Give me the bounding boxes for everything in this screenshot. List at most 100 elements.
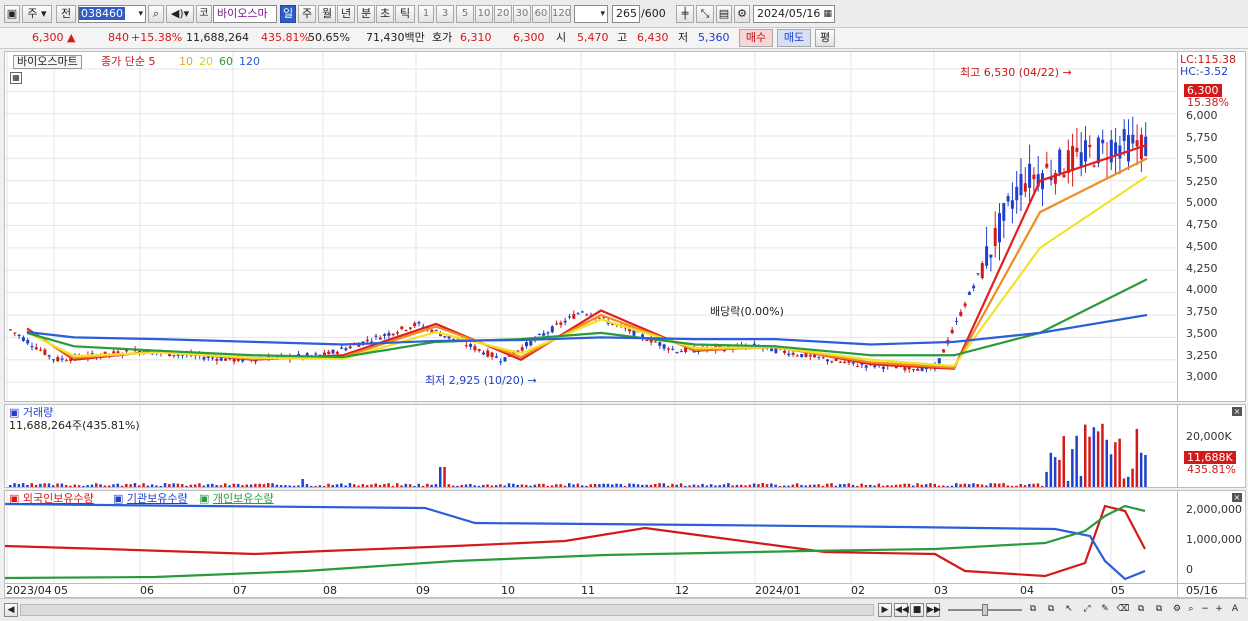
zoom-out-icon[interactable]: − bbox=[1198, 603, 1212, 617]
layout-icon[interactable]: ⧉ bbox=[1026, 603, 1040, 617]
layout-icon[interactable]: ⧉ bbox=[1152, 603, 1166, 617]
interval-20[interactable]: 20 bbox=[494, 5, 512, 23]
volume-bar bbox=[107, 485, 111, 487]
volume-bar bbox=[877, 483, 881, 487]
candle-body bbox=[13, 332, 17, 334]
candle-body bbox=[817, 356, 821, 358]
candle-body bbox=[851, 362, 855, 364]
horizontal-scrollbar[interactable] bbox=[20, 604, 874, 616]
grid-icon[interactable]: ▦ bbox=[10, 72, 22, 84]
period-day[interactable]: 일 bbox=[280, 5, 296, 23]
chevron-down-icon[interactable]: ▾ bbox=[138, 6, 145, 22]
interval-60[interactable]: 60 bbox=[532, 5, 550, 23]
candle-body bbox=[1066, 150, 1070, 174]
scroll-left-icon[interactable]: ◀ bbox=[4, 603, 18, 617]
candle-body bbox=[671, 348, 675, 350]
price-chart[interactable] bbox=[5, 52, 1177, 401]
magnify-icon[interactable]: ⌕ bbox=[1184, 603, 1198, 617]
volume-bar bbox=[43, 483, 46, 487]
volume-bar bbox=[606, 483, 610, 487]
gear-icon[interactable]: ⚙ bbox=[734, 5, 750, 23]
volume-bar bbox=[576, 483, 580, 487]
calendar-icon[interactable]: ▦ bbox=[823, 6, 832, 22]
candle-body bbox=[494, 356, 498, 358]
interval-1[interactable]: 1 bbox=[418, 5, 434, 23]
volume-bar bbox=[705, 485, 709, 487]
volume-bar bbox=[9, 485, 12, 487]
fast-forward-icon[interactable]: ▶▶ bbox=[926, 603, 941, 617]
stock-code-input[interactable]: 038460 ▾ bbox=[78, 5, 146, 23]
bottom-bar: ◀ ▶ ◀◀ ■ ▶▶ ⧉ ⧉ ↖ ⤢ ✎ ⌫ ⧉ ⧉ ⚙ ⌕ − + A bbox=[0, 598, 1248, 621]
open-value: 5,470 bbox=[577, 31, 609, 44]
holding-panel[interactable]: ▣ 외국인보유수량 ▣ 기관보유수량 ▣ 개인보유수량 bbox=[4, 490, 1178, 584]
period-minute[interactable]: 분 bbox=[357, 5, 375, 23]
interval-120[interactable]: 120 bbox=[551, 5, 571, 23]
period-week[interactable]: 주 bbox=[298, 5, 316, 23]
layout-icon[interactable]: ⧉ bbox=[1134, 603, 1148, 617]
candle-body bbox=[47, 355, 51, 357]
zoom-slider-handle[interactable] bbox=[982, 604, 988, 616]
close-icon[interactable]: × bbox=[1232, 493, 1242, 502]
candle-body bbox=[331, 349, 335, 354]
sell-button[interactable]: 매도 bbox=[777, 29, 811, 47]
save-icon[interactable]: ▤ bbox=[716, 5, 732, 23]
prefix-button[interactable]: 전 bbox=[56, 5, 76, 23]
eval-button[interactable]: 평 bbox=[815, 29, 835, 47]
zoom-in-icon[interactable]: + bbox=[1212, 603, 1226, 617]
volume-chart[interactable] bbox=[5, 405, 1177, 487]
interval-30[interactable]: 30 bbox=[513, 5, 531, 23]
text-icon[interactable]: A bbox=[1228, 603, 1242, 617]
volume-bar bbox=[47, 483, 51, 487]
volume-bar bbox=[206, 484, 210, 487]
volume-bar bbox=[641, 484, 644, 487]
candle-body bbox=[1118, 145, 1122, 159]
period-month[interactable]: 월 bbox=[318, 5, 336, 23]
period-tick[interactable]: 틱 bbox=[395, 5, 415, 23]
period-second[interactable]: 초 bbox=[376, 5, 394, 23]
stock-name-field[interactable]: 바이오스마 bbox=[213, 5, 277, 23]
search-icon[interactable]: ⌕ bbox=[148, 5, 164, 23]
price-tick: 5,000 bbox=[1186, 196, 1218, 209]
layout-icon[interactable]: ⧉ bbox=[1044, 603, 1058, 617]
volume-bar bbox=[632, 483, 635, 487]
volume-bar bbox=[916, 483, 919, 487]
window-icon[interactable]: ▣ bbox=[4, 5, 20, 23]
interval-3[interactable]: 3 bbox=[436, 5, 454, 23]
stop-icon[interactable]: ■ bbox=[910, 603, 924, 617]
scroll-right-icon[interactable]: ▶ bbox=[878, 603, 892, 617]
eraser-icon[interactable]: ⌫ bbox=[1116, 603, 1130, 617]
close-icon[interactable]: × bbox=[1232, 407, 1242, 416]
volume-bar bbox=[998, 483, 1001, 487]
price-tick: 4,000 bbox=[1186, 283, 1218, 296]
volume-bar bbox=[383, 484, 386, 487]
buy-button[interactable]: 매수 bbox=[739, 29, 773, 47]
market-tag[interactable]: 코 bbox=[196, 5, 212, 23]
volume-bar bbox=[1002, 483, 1005, 487]
price-panel[interactable]: 바이오스마트 종가 단순 5 10 20 60 120 ▦ 최고 6,530 (… bbox=[4, 51, 1178, 402]
candle-type-icon[interactable]: ╪ bbox=[676, 5, 694, 23]
interval-10[interactable]: 10 bbox=[475, 5, 493, 23]
interval-5[interactable]: 5 bbox=[456, 5, 474, 23]
candle-body bbox=[873, 365, 877, 368]
candle-body bbox=[1028, 163, 1032, 188]
volume-panel[interactable]: ▣ 거래량 11,688,264주(435.81%) bbox=[4, 404, 1178, 488]
draw-icon[interactable]: ✎ bbox=[1098, 603, 1112, 617]
count-input[interactable]: 265 bbox=[612, 5, 640, 23]
volume-bar bbox=[82, 485, 85, 487]
volume-bar bbox=[327, 483, 330, 487]
rewind-icon[interactable]: ◀◀ bbox=[894, 603, 909, 617]
volume-bar bbox=[482, 485, 485, 487]
market-select[interactable]: 주 ▾ bbox=[22, 5, 52, 23]
candle-body bbox=[662, 344, 666, 349]
period-year[interactable]: 년 bbox=[337, 5, 355, 23]
candle-body bbox=[391, 333, 395, 336]
cursor-icon[interactable]: ↖ bbox=[1062, 603, 1076, 617]
candle-body bbox=[30, 346, 34, 348]
trend-icon[interactable]: ⤢ bbox=[1080, 603, 1094, 617]
date-input[interactable]: 2024/05/16 ▦ bbox=[753, 5, 835, 23]
speaker-icon[interactable]: ◀)▾ bbox=[166, 5, 194, 23]
interval-select[interactable]: ▾ bbox=[574, 5, 608, 23]
volume-bar bbox=[989, 483, 992, 487]
gear-icon[interactable]: ⚙ bbox=[1170, 603, 1184, 617]
line-tool-icon[interactable]: ⤡ bbox=[696, 5, 714, 23]
